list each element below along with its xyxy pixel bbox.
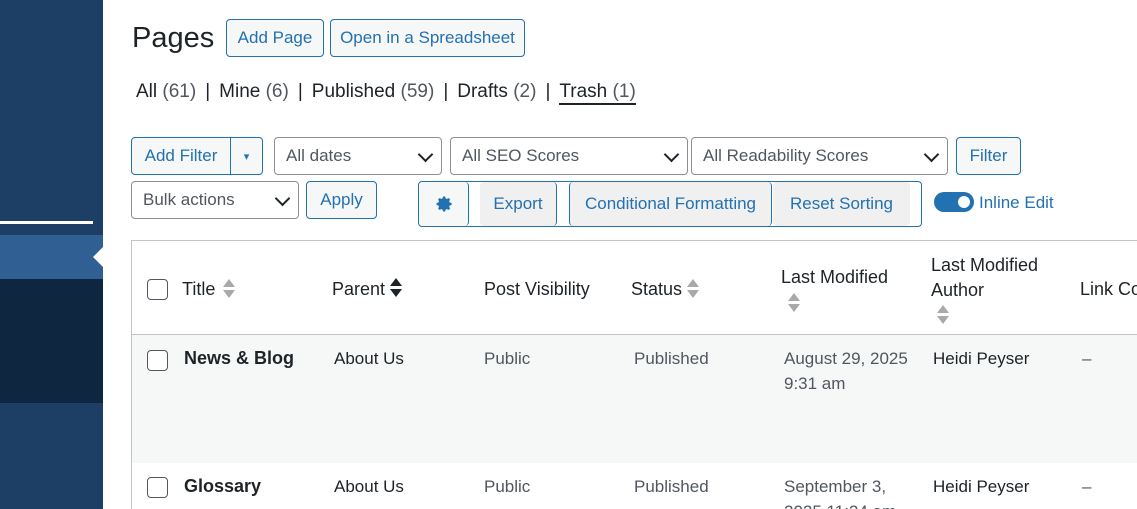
view-filters: All (61) | Mine (6) | Published (59) | D… [136, 81, 636, 105]
row-visibility: Public [484, 349, 531, 368]
row-link-count: – [1082, 477, 1092, 496]
table-row[interactable]: News & Blog About Us Public Published Au… [132, 335, 1137, 463]
chevron-down-icon [923, 146, 940, 163]
row-link-count: – [1082, 349, 1092, 368]
column-status[interactable]: Status [631, 279, 682, 300]
export-button[interactable]: Export [480, 182, 557, 226]
main-content: Pages Add Page Open in a Spreadsheet All… [103, 0, 1137, 509]
add-filter-button[interactable]: Add Filter [131, 137, 231, 175]
sort-icon[interactable] [223, 279, 235, 299]
filter-button[interactable]: Filter [956, 137, 1021, 175]
seo-scores-select[interactable]: All SEO Scores [450, 137, 688, 175]
view-published[interactable]: Published (59) [312, 81, 435, 105]
row-modified-time: 9:31 am [784, 374, 846, 393]
chevron-down-icon [417, 146, 434, 163]
open-spreadsheet-button[interactable]: Open in a Spreadsheet [330, 19, 525, 57]
row-status: Published [634, 477, 709, 496]
gear-icon [436, 196, 452, 212]
sidebar-submenu [0, 279, 103, 403]
row-checkbox[interactable] [147, 477, 168, 498]
inline-edit-toggle[interactable] [934, 192, 974, 212]
conditional-formatting-button[interactable]: Conditional Formatting [569, 182, 772, 226]
spreadsheet-toolbar: Export Conditional Formatting Reset Sort… [418, 181, 922, 227]
row-modified-date: September 3, [784, 477, 887, 496]
row-title-link[interactable]: News & Blog [184, 346, 294, 371]
admin-sidebar [0, 0, 103, 509]
sort-icon[interactable] [937, 305, 949, 325]
view-trash[interactable]: Trash (1) [559, 81, 636, 105]
dates-select[interactable]: All dates [274, 137, 442, 175]
row-status: Published [634, 349, 709, 368]
sort-icon[interactable] [687, 279, 699, 299]
column-post-visibility: Post Visibility [484, 279, 590, 299]
table-header: Title Parent Post Visibility Status Last… [132, 241, 1137, 335]
column-last-modified[interactable]: Last Modified [781, 267, 888, 288]
view-all[interactable]: All (61) [136, 81, 196, 105]
row-visibility: Public [484, 477, 531, 496]
sidebar-item-pages[interactable] [0, 235, 103, 279]
column-link-count: Link Co [1080, 279, 1137, 299]
column-last-modified-author[interactable]: Last Modified [931, 255, 1038, 276]
column-parent[interactable]: Parent [332, 279, 385, 300]
view-mine[interactable]: Mine (6) [219, 81, 289, 105]
row-modified-date: August 29, 2025 [784, 349, 908, 368]
view-drafts[interactable]: Drafts (2) [457, 81, 536, 105]
column-title[interactable]: Title [182, 279, 215, 300]
inline-edit-label: Inline Edit [979, 193, 1054, 212]
chevron-down-icon [663, 146, 680, 163]
row-author: Heidi Peyser [933, 477, 1030, 496]
apply-button[interactable]: Apply [306, 181, 377, 219]
sidebar-divider [0, 221, 93, 224]
row-parent: About Us [334, 477, 404, 496]
settings-button[interactable] [419, 182, 469, 226]
reset-sorting-button[interactable]: Reset Sorting [773, 182, 910, 226]
table-row[interactable]: Glossary About Us Public Published Septe… [132, 463, 1137, 509]
bulk-actions-select[interactable]: Bulk actions [131, 181, 299, 219]
sort-icon[interactable] [788, 293, 800, 313]
row-checkbox[interactable] [147, 350, 168, 371]
readability-scores-select[interactable]: All Readability Scores [691, 137, 948, 175]
sidebar-current-arrow [93, 247, 103, 267]
row-modified-time: 2025 11:24 am [784, 499, 896, 509]
page-title: Pages [132, 22, 215, 54]
add-page-button[interactable]: Add Page [226, 19, 324, 57]
row-parent: About Us [334, 349, 404, 368]
chevron-down-icon [274, 190, 291, 207]
select-all-checkbox[interactable] [147, 279, 168, 300]
add-filter-dropdown[interactable]: ▾ [230, 137, 263, 175]
sort-ascending-icon[interactable] [390, 278, 402, 298]
pages-table: Title Parent Post Visibility Status Last… [131, 240, 1137, 509]
row-author: Heidi Peyser [933, 349, 1030, 368]
column-last-modified-author-line2[interactable]: Author [931, 280, 984, 301]
row-title-link[interactable]: Glossary [184, 474, 261, 499]
